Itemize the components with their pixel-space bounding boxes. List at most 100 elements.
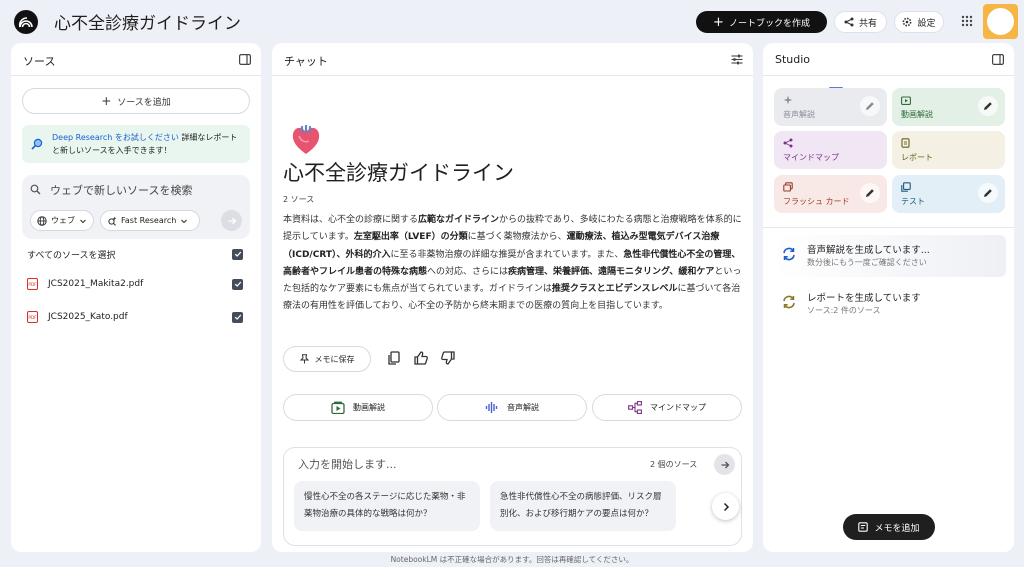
flashcard-icon (783, 182, 793, 192)
chevron-down-icon (80, 219, 86, 223)
edit-button[interactable] (860, 183, 880, 203)
tile-report[interactable]: レポート (892, 131, 1005, 169)
video-overview-button[interactable]: 動画解説 (283, 394, 433, 421)
generating-report-item[interactable]: レポートを生成しています ソース:2 件のソース (774, 283, 1006, 325)
generating-title: レポートを生成しています (807, 293, 921, 304)
mindmap-button[interactable]: マインドマップ (592, 394, 742, 421)
save-to-memo-button[interactable]: メモに保存 (283, 346, 371, 372)
tile-test[interactable]: テスト (892, 175, 1005, 213)
select-all-checkbox[interactable] (232, 248, 243, 260)
source-checkbox[interactable] (232, 278, 243, 290)
add-note-button[interactable]: メモを追加 (843, 514, 935, 540)
summary-emphasis: 左室駆出率（LVEF）の分類 (353, 232, 468, 243)
web-filter-label: ウェブ (51, 216, 75, 225)
gear-icon (903, 17, 912, 27)
sync-icon (783, 295, 795, 309)
plus-icon: + (101, 94, 112, 108)
video-icon (331, 401, 345, 414)
summary-text: に至る非薬物治療の詳細な推奨が含まれています。また、 (390, 249, 624, 260)
mindmap-icon (783, 138, 793, 148)
generating-audio-item[interactable]: 音声解説を生成しています... 数分後にもう一度ご確認ください (774, 235, 1006, 277)
collapse-panel-icon[interactable] (239, 54, 251, 65)
add-source-button[interactable]: + ソースを追加 (22, 88, 250, 114)
search-submit-button[interactable] (221, 210, 242, 231)
arrow-right-icon (228, 217, 236, 224)
chat-input[interactable] (298, 455, 628, 473)
deep-research-icon (31, 138, 43, 150)
notebook-title[interactable]: 心不全診療ガイドライン (54, 9, 241, 34)
suggested-question[interactable]: 慢性心不全の各ステージに応じた薬物・非薬物治療の具体的な戦略は何か？ (294, 481, 480, 531)
pencil-icon (866, 189, 874, 197)
web-filter-dropdown[interactable]: ウェブ (30, 210, 94, 231)
user-avatar[interactable] (983, 4, 1018, 39)
check-icon (234, 314, 241, 320)
edit-button[interactable] (978, 96, 998, 116)
video-icon (901, 96, 911, 105)
select-all-label: すべてのソースを選択 (27, 250, 116, 261)
summary-emphasis: 推奨クラスとエビデンスレベル (551, 284, 678, 295)
tile-label: 動画解説 (901, 110, 933, 119)
sources-panel-title: ソース (23, 55, 56, 68)
next-suggestions-button[interactable] (712, 493, 739, 520)
chat-input-box: 2 個のソース 慢性心不全の各ステージに応じた薬物・非薬物治療の具体的な戦略は何… (283, 447, 742, 546)
tile-label: 音声解説 (783, 110, 815, 119)
audio-overview-button[interactable]: 音声解説 (437, 394, 587, 421)
studio-panel-title: Studio (775, 53, 811, 66)
app-header: 心不全診療ガイドライン + ノートブックを作成 共有 設定 (0, 0, 1024, 43)
research-mode-dropdown[interactable]: Fast Research (100, 210, 200, 231)
thumbs-up-icon[interactable] (413, 350, 429, 366)
web-source-search: ウェブ Fast Research (22, 175, 250, 239)
send-button[interactable] (714, 454, 735, 475)
plus-icon: + (713, 14, 724, 30)
note-icon (858, 522, 869, 532)
tile-label: レポート (901, 153, 933, 162)
notebook-summary: 本資料は、心不全の診療に関する広範なガイドラインからの抜粋であり、多岐にわたる病… (283, 212, 743, 316)
generating-title: 音声解説を生成しています... (807, 245, 930, 256)
globe-icon (37, 215, 47, 226)
summary-text: 本資料は、心不全の診療に関する (283, 215, 419, 225)
chat-panel-header: チャット (272, 43, 753, 76)
tile-label: フラッシュ カード (783, 197, 850, 206)
collapse-panel-icon[interactable] (992, 54, 1004, 65)
summary-emphasis: 疾病管理、栄養評価、遠隔モニタリング、緩和ケア (508, 266, 715, 277)
chevron-right-icon (723, 502, 729, 511)
tile-mindmap[interactable]: マインドマップ (774, 131, 887, 169)
studio-panel-header: Studio (763, 43, 1014, 76)
source-item[interactable]: PDF JCS2025_Kato.pdf (27, 308, 243, 326)
source-file-name: JCS2025_Kato.pdf (48, 312, 128, 322)
apps-grid-icon[interactable] (961, 15, 973, 27)
create-notebook-button[interactable]: + ノートブックを作成 (696, 11, 827, 33)
tile-video-overview[interactable]: 動画解説 (892, 88, 1005, 126)
tile-audio-overview[interactable]: 音声解説 (774, 88, 887, 126)
suggested-question[interactable]: 急性非代償性心不全の病態評価、リスク層別化、および移行期ケアの要点は何か？ (490, 481, 676, 531)
edit-button[interactable] (860, 96, 880, 116)
share-button[interactable]: 共有 (834, 11, 887, 33)
thumbs-down-icon[interactable] (440, 350, 456, 366)
report-icon (901, 138, 910, 148)
copy-icon[interactable] (386, 350, 402, 366)
pdf-icon: PDF (27, 311, 38, 323)
summary-text: への対応、さらには (427, 266, 509, 277)
source-search-input[interactable] (50, 181, 240, 199)
tile-flashcards[interactable]: フラッシュ カード (774, 175, 887, 213)
edit-button[interactable] (978, 183, 998, 203)
research-mode-label: Fast Research (121, 216, 177, 225)
source-checkbox[interactable] (232, 311, 243, 323)
select-all-row[interactable]: すべてのソースを選択 (27, 245, 243, 263)
deep-research-link[interactable]: Deep Research をお試しください (52, 133, 179, 142)
sparkle-wave-icon (783, 95, 793, 105)
pencil-icon (984, 189, 992, 197)
source-item[interactable]: PDF JCS2021_Makita2.pdf (27, 275, 243, 293)
pencil-icon (866, 102, 874, 110)
mindmap-label: マインドマップ (650, 403, 706, 412)
summary-emphasis: 広範なガイドライン (418, 215, 500, 225)
tune-icon[interactable] (731, 54, 743, 65)
sources-panel: ソース + ソースを追加 Deep Research をお試しください 詳細なレ… (11, 43, 261, 552)
settings-button[interactable]: 設定 (894, 11, 944, 33)
notebooklm-logo-icon[interactable] (14, 10, 38, 34)
sources-panel-header: ソース (11, 43, 261, 76)
settings-label: 設定 (917, 18, 936, 29)
heart-emoji-icon (292, 124, 320, 154)
quiz-icon (901, 182, 911, 192)
sparkle-search-icon (108, 216, 117, 226)
